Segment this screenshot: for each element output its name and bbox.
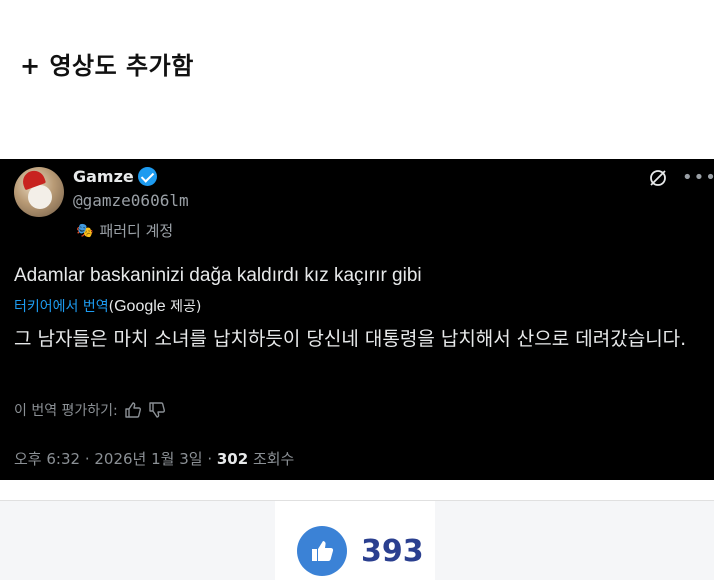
like-button[interactable]: [297, 526, 347, 576]
author-name-row[interactable]: Gamze: [73, 167, 157, 186]
verified-badge-icon: [137, 167, 157, 186]
parody-label-text: 패러디 계정: [99, 222, 174, 240]
avatar[interactable]: [14, 167, 64, 217]
attribution-close: 제공): [165, 299, 202, 315]
avatar-face: [28, 185, 52, 209]
post-caption: + 영상도 추가함: [20, 52, 194, 80]
mask-icon: 🎭: [76, 222, 94, 239]
tweet-translation: 그 남자들은 마치 소녀를 납치하듯이 당신네 대통령을 납치해서 산으로 데려…: [14, 328, 687, 350]
google-brand: Google: [114, 298, 166, 315]
tweet-original-text: Adamlar baskaninizi dağa kaldırdı kız ka…: [14, 265, 422, 286]
like-count: 393: [361, 534, 424, 569]
translated-from-link[interactable]: 터키어에서 번역: [14, 299, 109, 315]
grok-icon[interactable]: [648, 168, 668, 188]
thumbs-up-icon: [312, 541, 334, 561]
rate-translation: 이 번역 평가하기:: [14, 400, 166, 420]
author-handle[interactable]: @gamze0606lm: [73, 191, 189, 210]
tweet-card: Gamze @gamze0606lm 🎭 패러디 계정 ••• Adamlar …: [0, 159, 714, 480]
translation-attribution: 터키어에서 번역(Google 제공): [14, 296, 201, 316]
parody-label: 🎭 패러디 계정: [76, 220, 173, 241]
views-count: 302: [216, 450, 249, 468]
tweet-meta: 오후 6:32 · 2026년 1월 3일 · 302 조회수: [14, 448, 294, 469]
timestamp[interactable]: 오후 6:32 · 2026년 1월 3일 ·: [14, 450, 217, 468]
thumbs-up-icon[interactable]: [124, 401, 142, 419]
author-name[interactable]: Gamze: [73, 167, 134, 186]
views-label: 조회수: [248, 450, 295, 468]
rate-label: 이 번역 평가하기:: [14, 403, 118, 419]
thumbs-down-icon[interactable]: [148, 401, 166, 419]
more-icon[interactable]: •••: [682, 167, 714, 188]
